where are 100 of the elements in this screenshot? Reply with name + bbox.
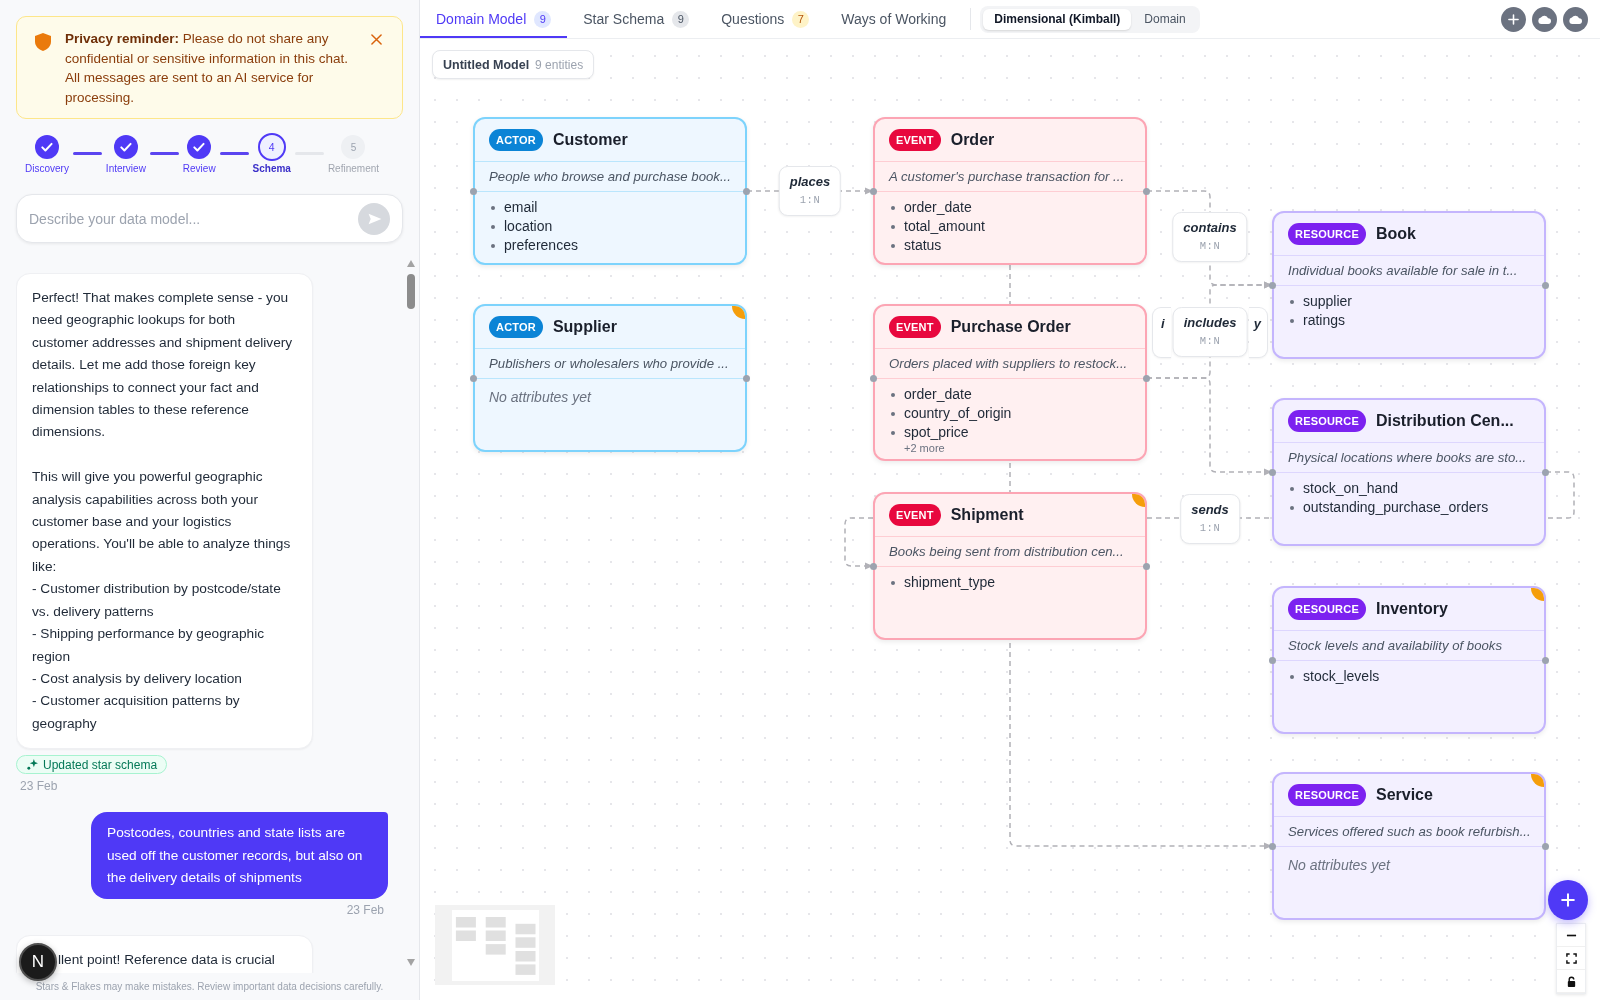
- cloud-icon: [1569, 14, 1582, 24]
- handle-dot-icon[interactable]: [870, 375, 877, 382]
- message-time: 23 Feb: [19, 779, 58, 794]
- entity-card[interactable]: RESOURCE Book Individual books available for sale in t... supplier ratings: [1272, 211, 1546, 359]
- entity-type-tag: EVENT: [889, 316, 941, 338]
- handle-dot-icon[interactable]: [1542, 469, 1549, 476]
- entity-name: Order: [950, 131, 995, 149]
- attribute-item: preferences: [489, 236, 731, 255]
- entity-name: Customer: [552, 131, 628, 149]
- relationship-label[interactable]: y: [1249, 307, 1268, 358]
- assistant-message: Perfect! That makes complete sense - you need geographic lookups for both customer addresses and shipment delivery details. Let me add those foreign key relationships to connect your fact and dimension tables to these reference dimensions. This will give you powerful geographic analysis capabilities across both your customer base and your logistics operations. You'll be able to analyze things like: - Customer distribution by postcode/state vs. delivery patterns - Shipping performance by geographic region - Cost analysis by delivery location - Customer acquisition patterns by geography: [16, 273, 313, 750]
- lock-button[interactable]: [1557, 970, 1585, 993]
- attribute-item: total_amount: [889, 217, 1131, 236]
- entity-name: Book: [1375, 225, 1416, 243]
- send-icon: [368, 212, 382, 225]
- entity-description: Orders placed with suppliers to restock...: [875, 349, 1145, 379]
- add-entity-button[interactable]: [1548, 880, 1588, 920]
- handle-dot-icon[interactable]: [1542, 843, 1549, 850]
- tab-count: 7: [792, 10, 810, 28]
- step-label: Review: [182, 163, 216, 175]
- entity-name: Service: [1375, 786, 1433, 804]
- handle-dot-icon[interactable]: [1269, 282, 1276, 289]
- relationship-name: contains: [1183, 220, 1237, 236]
- cloud-button[interactable]: [1532, 6, 1557, 32]
- handle-dot-icon[interactable]: [743, 188, 750, 195]
- handle-dot-icon[interactable]: [1143, 188, 1150, 195]
- relationship-connector[interactable]: [1545, 471, 1575, 519]
- entity-description: Physical locations where books are sto...: [1274, 443, 1544, 473]
- entity-description: A customer's purchase transaction for ...: [875, 162, 1145, 192]
- tab[interactable]: Star Schema 9: [567, 0, 706, 38]
- view-mode-option[interactable]: Domain: [1133, 8, 1197, 30]
- entity-name: Distribution Cen...: [1375, 412, 1514, 430]
- handle-dot-icon[interactable]: [470, 188, 477, 195]
- empty-attributes-note: No attributes yet: [488, 388, 593, 407]
- entity-name: Supplier: [552, 318, 617, 336]
- entity-card[interactable]: RESOURCE Service Services offered such as book refurbish... No attributes yet: [1272, 772, 1546, 920]
- cloud-button[interactable]: [1563, 6, 1588, 32]
- handle-dot-icon[interactable]: [1542, 657, 1549, 664]
- handle-dot-icon[interactable]: [1542, 282, 1549, 289]
- handle-dot-icon[interactable]: [1269, 469, 1276, 476]
- entity-type-tag: ACTOR: [489, 129, 543, 151]
- attribute-item: supplier: [1288, 292, 1530, 311]
- fit-view-button[interactable]: [1557, 947, 1585, 970]
- attribute-item: order_date: [889, 385, 1131, 404]
- entity-card[interactable]: EVENT Order A customer's purchase transaction for ... order_date total_amount status: [873, 117, 1147, 265]
- handle-dot-icon[interactable]: [1269, 657, 1276, 664]
- message-time: 23 Feb: [346, 903, 385, 918]
- step-label: Schema: [252, 163, 291, 175]
- entity-card[interactable]: ACTOR Customer People who browse and purchase book... email location preferences: [473, 117, 747, 265]
- entity-type-tag: RESOURCE: [1288, 410, 1366, 432]
- entity-card[interactable]: EVENT Purchase Order Orders placed with suppliers to restock... order_date country_of_origin spot_price +2 more: [873, 304, 1147, 461]
- handle-dot-icon[interactable]: [743, 375, 750, 382]
- shield-icon: [35, 33, 51, 51]
- tab[interactable]: Ways of Working: [825, 0, 963, 38]
- entity-card[interactable]: EVENT Shipment Books being sent from distribution cen... shipment_type: [873, 492, 1147, 640]
- relationship-label[interactable]: i: [1152, 307, 1171, 358]
- more-attributes[interactable]: +2 more: [889, 442, 1131, 455]
- entity-description: Publishers or wholesalers who provide ...: [475, 349, 745, 379]
- relationship-connector[interactable]: [844, 517, 874, 570]
- handle-dot-icon[interactable]: [1143, 375, 1150, 382]
- attribute-item: status: [889, 236, 1131, 255]
- relationship-name: places: [789, 174, 831, 190]
- entity-description: Services offered such as book refurbish...: [1274, 817, 1544, 847]
- relationship-label[interactable]: places 1:N: [778, 166, 842, 216]
- sparkle-icon: [27, 759, 38, 771]
- plus-icon: [1508, 13, 1519, 25]
- relationship-label[interactable]: contains M:N: [1172, 212, 1248, 262]
- handle-dot-icon[interactable]: [1143, 563, 1150, 570]
- message-input[interactable]: Describe your data model...: [29, 203, 358, 234]
- message-composer[interactable]: Describe your data model...: [16, 194, 403, 243]
- user-message: Postcodes, countries and state lists are used off the customer records, but also on the delivery details of shipments: [91, 812, 388, 900]
- lock-icon: [1565, 975, 1577, 987]
- attribute-item: location: [489, 217, 731, 236]
- tab[interactable]: Questions 7: [705, 0, 826, 38]
- entity-type-tag: ACTOR: [489, 316, 543, 338]
- handle-dot-icon[interactable]: [470, 375, 477, 382]
- relationship-label[interactable]: sends 1:N: [1180, 494, 1240, 544]
- handle-dot-icon[interactable]: [1269, 843, 1276, 850]
- plus-icon: [1561, 893, 1575, 907]
- handle-dot-icon[interactable]: [870, 188, 877, 195]
- relationship-label[interactable]: includes M:N: [1172, 307, 1248, 357]
- entity-description: People who browse and purchase book...: [475, 162, 745, 192]
- step-label: Discovery: [25, 163, 69, 175]
- tab-count: 9: [534, 10, 552, 28]
- handle-dot-icon[interactable]: [870, 563, 877, 570]
- minimap[interactable]: [435, 905, 555, 985]
- view-mode-option[interactable]: Dimensional (Kimball): [983, 8, 1132, 30]
- attribute-item: order_date: [889, 198, 1131, 217]
- cloud-icon: [1538, 14, 1551, 24]
- entity-card[interactable]: RESOURCE Inventory Stock levels and availability of books stock_levels: [1272, 586, 1546, 734]
- entity-card[interactable]: RESOURCE Distribution Cen... Physical locations where books are sto... stock_on_hand outstanding_purchase_orders: [1272, 398, 1546, 546]
- entity-card[interactable]: ACTOR Supplier Publishers or wholesalers who provide ... No attributes yet: [473, 304, 747, 452]
- entity-type-tag: RESOURCE: [1288, 784, 1366, 806]
- close-icon[interactable]: [371, 34, 382, 45]
- add-button[interactable]: [1501, 6, 1526, 32]
- model-chip[interactable]: Untitled Model 9 entities: [432, 50, 595, 79]
- relationship-name: sends: [1191, 502, 1229, 518]
- entity-description: Individual books available for sale in t...: [1274, 256, 1544, 286]
- entity-description: Books being sent from distribution cen...: [875, 537, 1145, 567]
- step-number: 4: [257, 133, 286, 161]
